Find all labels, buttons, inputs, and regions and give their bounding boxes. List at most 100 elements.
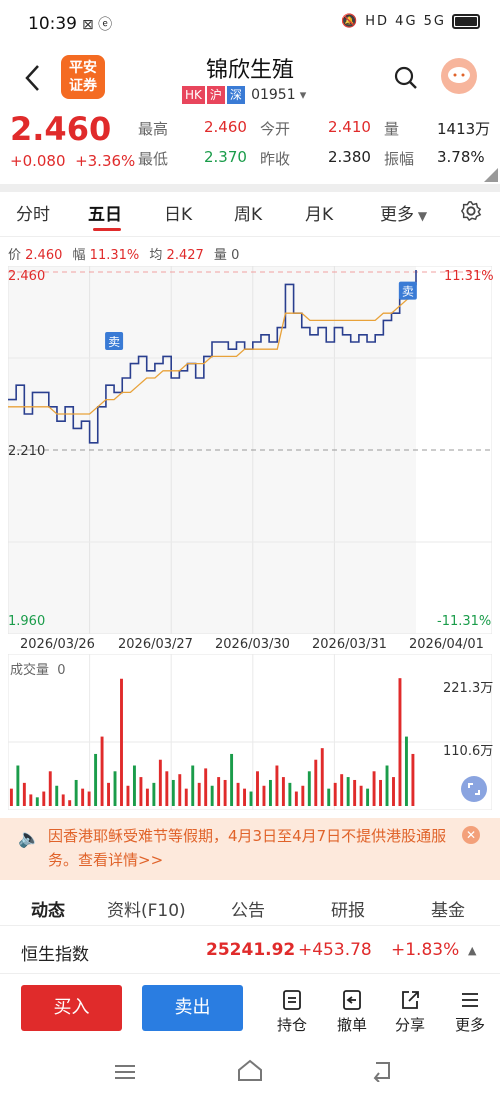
volume-bar bbox=[223, 779, 227, 806]
caret-up-icon: ▲ bbox=[468, 944, 477, 957]
corner-expand-icon[interactable] bbox=[484, 168, 498, 182]
volume-bar bbox=[158, 759, 162, 806]
search-button[interactable] bbox=[394, 66, 417, 89]
signal-icons: 🔕 HD 4G 5G bbox=[340, 14, 446, 29]
change-pct: +3.36% bbox=[75, 152, 136, 170]
cancel-order-button[interactable]: 撤单 bbox=[327, 986, 377, 1035]
volume-bar bbox=[404, 736, 408, 806]
tabs-bottom-divider bbox=[0, 925, 500, 926]
volume-bar bbox=[392, 777, 395, 806]
volume-bar bbox=[353, 779, 357, 806]
home-icon[interactable] bbox=[236, 1058, 264, 1082]
volume-bar bbox=[327, 788, 331, 806]
volume-bar bbox=[379, 779, 382, 806]
document-icon bbox=[283, 990, 301, 1010]
fullscreen-button[interactable] bbox=[461, 776, 487, 802]
tab-weekly-k[interactable]: 周K bbox=[234, 200, 262, 225]
info-avg-label: 均 bbox=[149, 248, 163, 263]
tab-five-day[interactable]: 五日 bbox=[88, 200, 122, 225]
tag-sz: 深 bbox=[226, 86, 245, 104]
position-button[interactable]: 持仓 bbox=[267, 986, 317, 1035]
undo-icon bbox=[343, 990, 361, 1010]
back-nav-icon[interactable] bbox=[368, 1060, 394, 1082]
volume-tick-mid: 110.6万 bbox=[443, 744, 494, 759]
tab-more-label: 更多 bbox=[380, 205, 414, 225]
x-tick-4: 2026/04/01 bbox=[409, 637, 484, 652]
volume-bar bbox=[74, 779, 78, 806]
stock-title: 锦欣生殖 bbox=[205, 58, 294, 83]
info-price-label: 价 bbox=[8, 248, 22, 263]
sell-marker-label: 卖 bbox=[402, 285, 414, 299]
prev-close-label: 昨收 bbox=[260, 150, 291, 168]
tab-monthly-k[interactable]: 月K bbox=[305, 200, 333, 225]
caret-down-icon: ▼ bbox=[414, 209, 428, 223]
tabs-divider bbox=[0, 236, 500, 237]
more-button[interactable]: 更多 bbox=[445, 986, 495, 1035]
tab-news[interactable]: 动态 bbox=[31, 896, 65, 921]
volume-bar bbox=[359, 785, 363, 806]
change-value: +0.080 bbox=[10, 152, 66, 170]
index-name: 恒生指数 bbox=[21, 945, 89, 965]
tab-research[interactable]: 研报 bbox=[331, 896, 365, 921]
volume-bar bbox=[411, 753, 415, 806]
volume-bar bbox=[281, 777, 285, 806]
info-range-label: 幅 bbox=[72, 248, 86, 263]
holiday-notice[interactable]: 🔈 因香港耶稣受难节等假期，4月3日至4月7日不提供港股通服务。查看详情>> ✕ bbox=[0, 818, 500, 880]
volume-bar bbox=[120, 678, 123, 806]
volume-bar bbox=[346, 777, 350, 806]
status-right-icons: 🔕 HD 4G 5G bbox=[341, 14, 480, 29]
info-vol: 0 bbox=[231, 248, 240, 263]
tag-hu: 沪 bbox=[206, 86, 225, 104]
volume-bar bbox=[398, 678, 402, 806]
close-icon[interactable]: ✕ bbox=[462, 826, 480, 844]
volume-bar bbox=[268, 779, 272, 806]
position-label: 持仓 bbox=[276, 1016, 307, 1034]
active-tab-indicator bbox=[93, 228, 121, 231]
volume-chart[interactable] bbox=[7, 653, 493, 811]
info-price: 2.460 bbox=[25, 248, 63, 263]
share-button[interactable]: 分享 bbox=[385, 986, 435, 1035]
tab-daily-k[interactable]: 日K bbox=[164, 200, 192, 225]
volume-bar bbox=[217, 777, 221, 806]
volume-bar bbox=[171, 779, 175, 806]
tab-more[interactable]: 更多 ▼ bbox=[380, 200, 427, 225]
gear-icon[interactable] bbox=[460, 200, 482, 222]
volume-bar bbox=[320, 748, 324, 806]
x-tick-0: 2026/03/26 bbox=[20, 637, 95, 652]
volume-bar bbox=[152, 782, 156, 806]
status-time: 10:39 bbox=[28, 14, 77, 34]
index-change: +453.78 bbox=[298, 940, 372, 960]
sell-button[interactable]: 卖出 bbox=[142, 985, 243, 1031]
volume-bar bbox=[385, 765, 389, 806]
volume-bar bbox=[340, 774, 344, 806]
menu-icon bbox=[462, 993, 478, 1007]
recents-icon[interactable] bbox=[114, 1062, 136, 1082]
amplitude-label: 振幅 bbox=[384, 150, 415, 168]
price-chart-svg[interactable]: 卖卖 bbox=[7, 265, 493, 635]
volume-bar bbox=[243, 788, 246, 806]
tab-f10[interactable]: 资料(F10) bbox=[107, 896, 186, 921]
tab-announcements[interactable]: 公告 bbox=[231, 896, 265, 921]
buy-button[interactable]: 买入 bbox=[21, 985, 122, 1031]
notice-text[interactable]: 因香港耶稣受难节等假期，4月3日至4月7日不提供港股通服务。查看详情>> bbox=[48, 824, 448, 872]
battery-icon bbox=[452, 14, 480, 29]
volume-current: 0 bbox=[57, 663, 66, 678]
pct-tick-top: 11.31% bbox=[444, 269, 494, 284]
volume-frame bbox=[7, 653, 493, 811]
volume-bar bbox=[87, 791, 91, 806]
tab-funds[interactable]: 基金 bbox=[431, 896, 465, 921]
index-value: 25241.92 bbox=[206, 940, 296, 960]
prev-close-value: 2.380 bbox=[328, 148, 371, 166]
volume-bar bbox=[9, 788, 13, 806]
volume-chart-svg[interactable] bbox=[7, 653, 493, 811]
price-chart[interactable]: 卖卖 bbox=[7, 265, 493, 635]
avatar[interactable] bbox=[441, 58, 477, 94]
crosshair-info: 价 2.460 幅 11.31% 均 2.427 量 0 bbox=[8, 244, 239, 263]
volume-bar bbox=[42, 791, 46, 806]
tab-intraday[interactable]: 分时 bbox=[16, 200, 50, 225]
caret-down-icon[interactable]: ▾ bbox=[296, 88, 307, 103]
volume-bar bbox=[301, 785, 305, 806]
volume-bar bbox=[48, 771, 52, 806]
cancel-order-label: 撤单 bbox=[336, 1016, 367, 1034]
volume-bar bbox=[197, 782, 201, 806]
